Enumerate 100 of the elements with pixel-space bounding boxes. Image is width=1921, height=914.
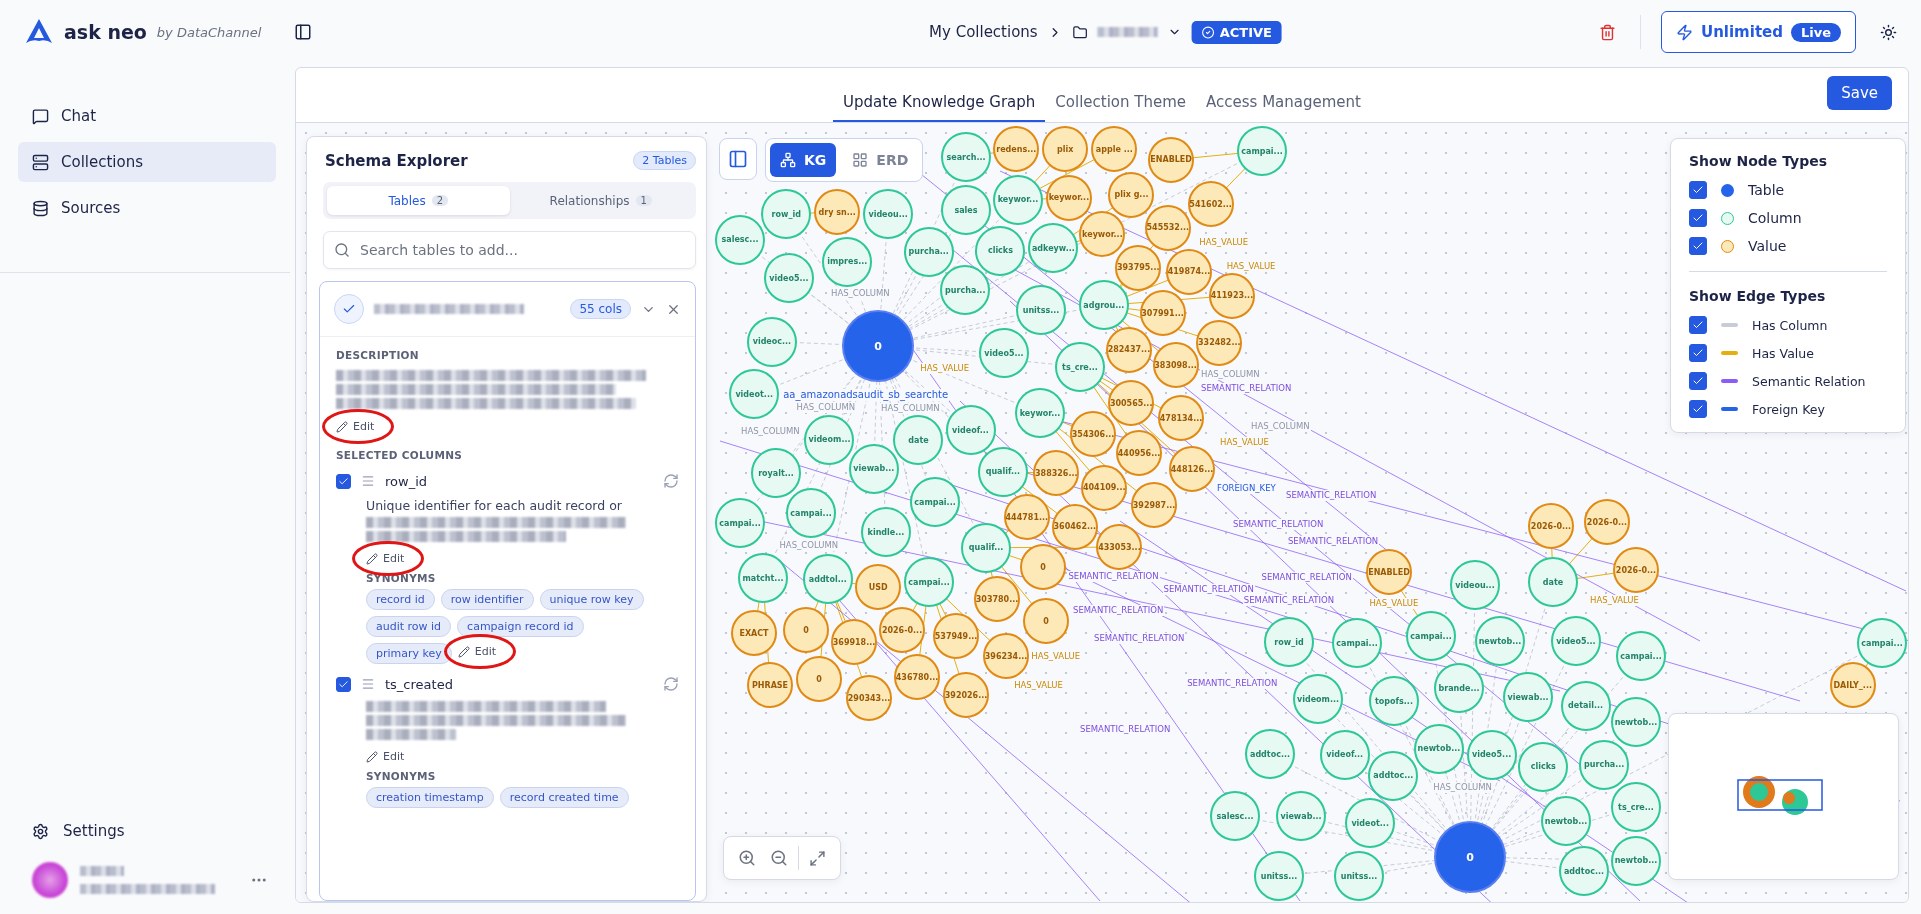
column-node[interactable]: addtoc... xyxy=(1245,729,1295,779)
value-node[interactable]: 332482... xyxy=(1196,319,1243,366)
value-node[interactable]: 419874... xyxy=(1165,249,1212,295)
value-node[interactable]: ENABLED xyxy=(1148,136,1195,183)
column-node[interactable]: viewab... xyxy=(1503,672,1553,722)
save-button[interactable]: Save xyxy=(1827,76,1892,110)
value-node[interactable]: 290343... xyxy=(846,675,892,721)
checkbox[interactable] xyxy=(1689,237,1707,255)
value-node[interactable]: PHRASE xyxy=(747,662,793,708)
column-node[interactable]: newtob... xyxy=(1541,796,1592,847)
column-node[interactable]: campai... xyxy=(1406,611,1456,661)
value-node[interactable]: 2026-0... xyxy=(1584,499,1630,545)
value-node[interactable]: plix g... xyxy=(1108,171,1155,218)
value-node[interactable]: DAILY_... xyxy=(1829,662,1876,708)
column-node[interactable]: newtob... xyxy=(1475,616,1525,666)
checkbox[interactable] xyxy=(1689,372,1707,390)
column-node[interactable]: qualif... xyxy=(961,522,1012,573)
value-node[interactable]: 2026-0... xyxy=(1528,503,1574,549)
value-node[interactable]: 0 xyxy=(796,656,842,702)
value-node[interactable]: 0 xyxy=(783,607,829,653)
value-node[interactable]: 393795... xyxy=(1115,244,1162,291)
column-node[interactable]: salesc... xyxy=(1210,791,1260,841)
checkbox[interactable] xyxy=(1689,181,1707,199)
refresh-icon[interactable] xyxy=(663,473,679,489)
value-node[interactable]: 392026... xyxy=(943,672,989,718)
edit-button[interactable]: Edit xyxy=(366,550,405,567)
value-node[interactable]: 433053... xyxy=(1096,524,1143,571)
edit-button[interactable]: Edit xyxy=(366,748,405,765)
column-node[interactable]: videou... xyxy=(863,189,914,240)
drag-handle-icon[interactable] xyxy=(361,474,375,488)
tab[interactable]: Collection Theme xyxy=(1045,93,1197,122)
column-node[interactable]: video5... xyxy=(1466,729,1517,780)
column-node[interactable]: ts_cre... xyxy=(1611,782,1661,833)
column-node[interactable]: campai... xyxy=(910,477,960,527)
column-node[interactable]: detail... xyxy=(1560,680,1611,731)
value-node[interactable]: 2026-0... xyxy=(1613,547,1659,593)
table-node[interactable]: 0 xyxy=(842,310,914,382)
column-node[interactable]: purcha... xyxy=(1579,739,1630,790)
value-node[interactable]: 0 xyxy=(1023,598,1069,644)
collapse-panel-button[interactable] xyxy=(719,138,757,180)
column-node[interactable]: unitss... xyxy=(1254,851,1304,901)
column-node[interactable]: keywor... xyxy=(992,174,1043,225)
column-node[interactable]: addtol... xyxy=(802,554,853,605)
column-node[interactable]: newtob... xyxy=(1413,723,1464,774)
column-node[interactable]: viewab... xyxy=(848,443,899,494)
view-mode-toggle[interactable]: KG xyxy=(770,143,837,177)
value-node[interactable]: 2026-0... xyxy=(879,607,926,654)
column-node[interactable]: impres... xyxy=(822,237,873,287)
column-node[interactable]: videou... xyxy=(1450,560,1500,610)
value-node[interactable]: 300565... xyxy=(1108,380,1155,427)
column-node[interactable]: row_id xyxy=(761,189,812,239)
column-node[interactable]: video5... xyxy=(979,328,1029,378)
column-node[interactable]: adgrou... xyxy=(1078,280,1129,331)
column-node[interactable]: royalt... xyxy=(751,448,801,498)
column-node[interactable]: qualif... xyxy=(977,446,1028,497)
drag-handle-icon[interactable] xyxy=(361,677,375,691)
column-node[interactable]: videot... xyxy=(1345,798,1396,849)
column-node[interactable]: unitss... xyxy=(1016,285,1066,335)
value-node[interactable]: 440956... xyxy=(1116,430,1162,477)
column-node[interactable]: videoc... xyxy=(746,316,797,367)
value-node[interactable]: keywor... xyxy=(1079,211,1126,258)
value-node[interactable]: 396234... xyxy=(983,633,1029,679)
value-node[interactable]: 0 xyxy=(1020,544,1066,590)
value-node[interactable]: keywor... xyxy=(1045,174,1092,221)
value-node[interactable]: 360462... xyxy=(1051,503,1098,550)
segment-tab[interactable]: Tables 2 xyxy=(327,186,510,215)
value-node[interactable]: 545532... xyxy=(1144,204,1191,251)
value-node[interactable]: 388326... xyxy=(1033,450,1080,497)
value-node[interactable]: apple ... xyxy=(1091,126,1138,172)
column-node[interactable]: video5... xyxy=(764,253,814,303)
value-node[interactable]: 392987... xyxy=(1131,482,1177,528)
value-node[interactable]: 537949... xyxy=(933,613,979,659)
column-node[interactable]: newtob... xyxy=(1611,697,1661,748)
value-node[interactable]: 303780... xyxy=(974,576,1020,622)
value-node[interactable]: EXACT xyxy=(731,610,777,656)
column-node[interactable]: adkeyw... xyxy=(1028,223,1079,274)
column-node[interactable]: campai... xyxy=(1616,631,1666,681)
checkbox[interactable] xyxy=(1689,400,1707,418)
value-node[interactable]: 282437... xyxy=(1105,326,1152,373)
column-node[interactable]: video5... xyxy=(1551,616,1601,666)
value-node[interactable]: 478134... xyxy=(1158,395,1204,441)
table-node[interactable]: 0 xyxy=(1434,821,1506,893)
column-node[interactable]: viewab... xyxy=(1276,791,1326,841)
column-node[interactable]: purcha... xyxy=(903,226,954,277)
column-node[interactable]: clicks xyxy=(1518,741,1569,792)
sidebar-item[interactable]: Chat xyxy=(18,96,276,136)
column-node[interactable]: purcha... xyxy=(940,265,991,316)
checkbox[interactable] xyxy=(1689,344,1707,362)
value-node[interactable]: 369918... xyxy=(831,619,877,665)
column-node[interactable]: matcht... xyxy=(738,553,788,603)
column-node[interactable]: campai... xyxy=(904,557,954,607)
column-node[interactable]: date xyxy=(1528,557,1578,607)
refresh-icon[interactable] xyxy=(663,676,679,692)
column-node[interactable]: campai... xyxy=(1332,618,1382,668)
column-node[interactable]: videom... xyxy=(1293,674,1343,724)
edit-button[interactable]: Edit xyxy=(336,418,375,435)
segment-tab[interactable]: Relationships 1 xyxy=(509,186,692,215)
view-mode-toggle[interactable]: ERD xyxy=(842,143,919,177)
column-node[interactable]: ts_cre... xyxy=(1055,342,1105,392)
edit-button[interactable]: Edit xyxy=(457,643,497,660)
